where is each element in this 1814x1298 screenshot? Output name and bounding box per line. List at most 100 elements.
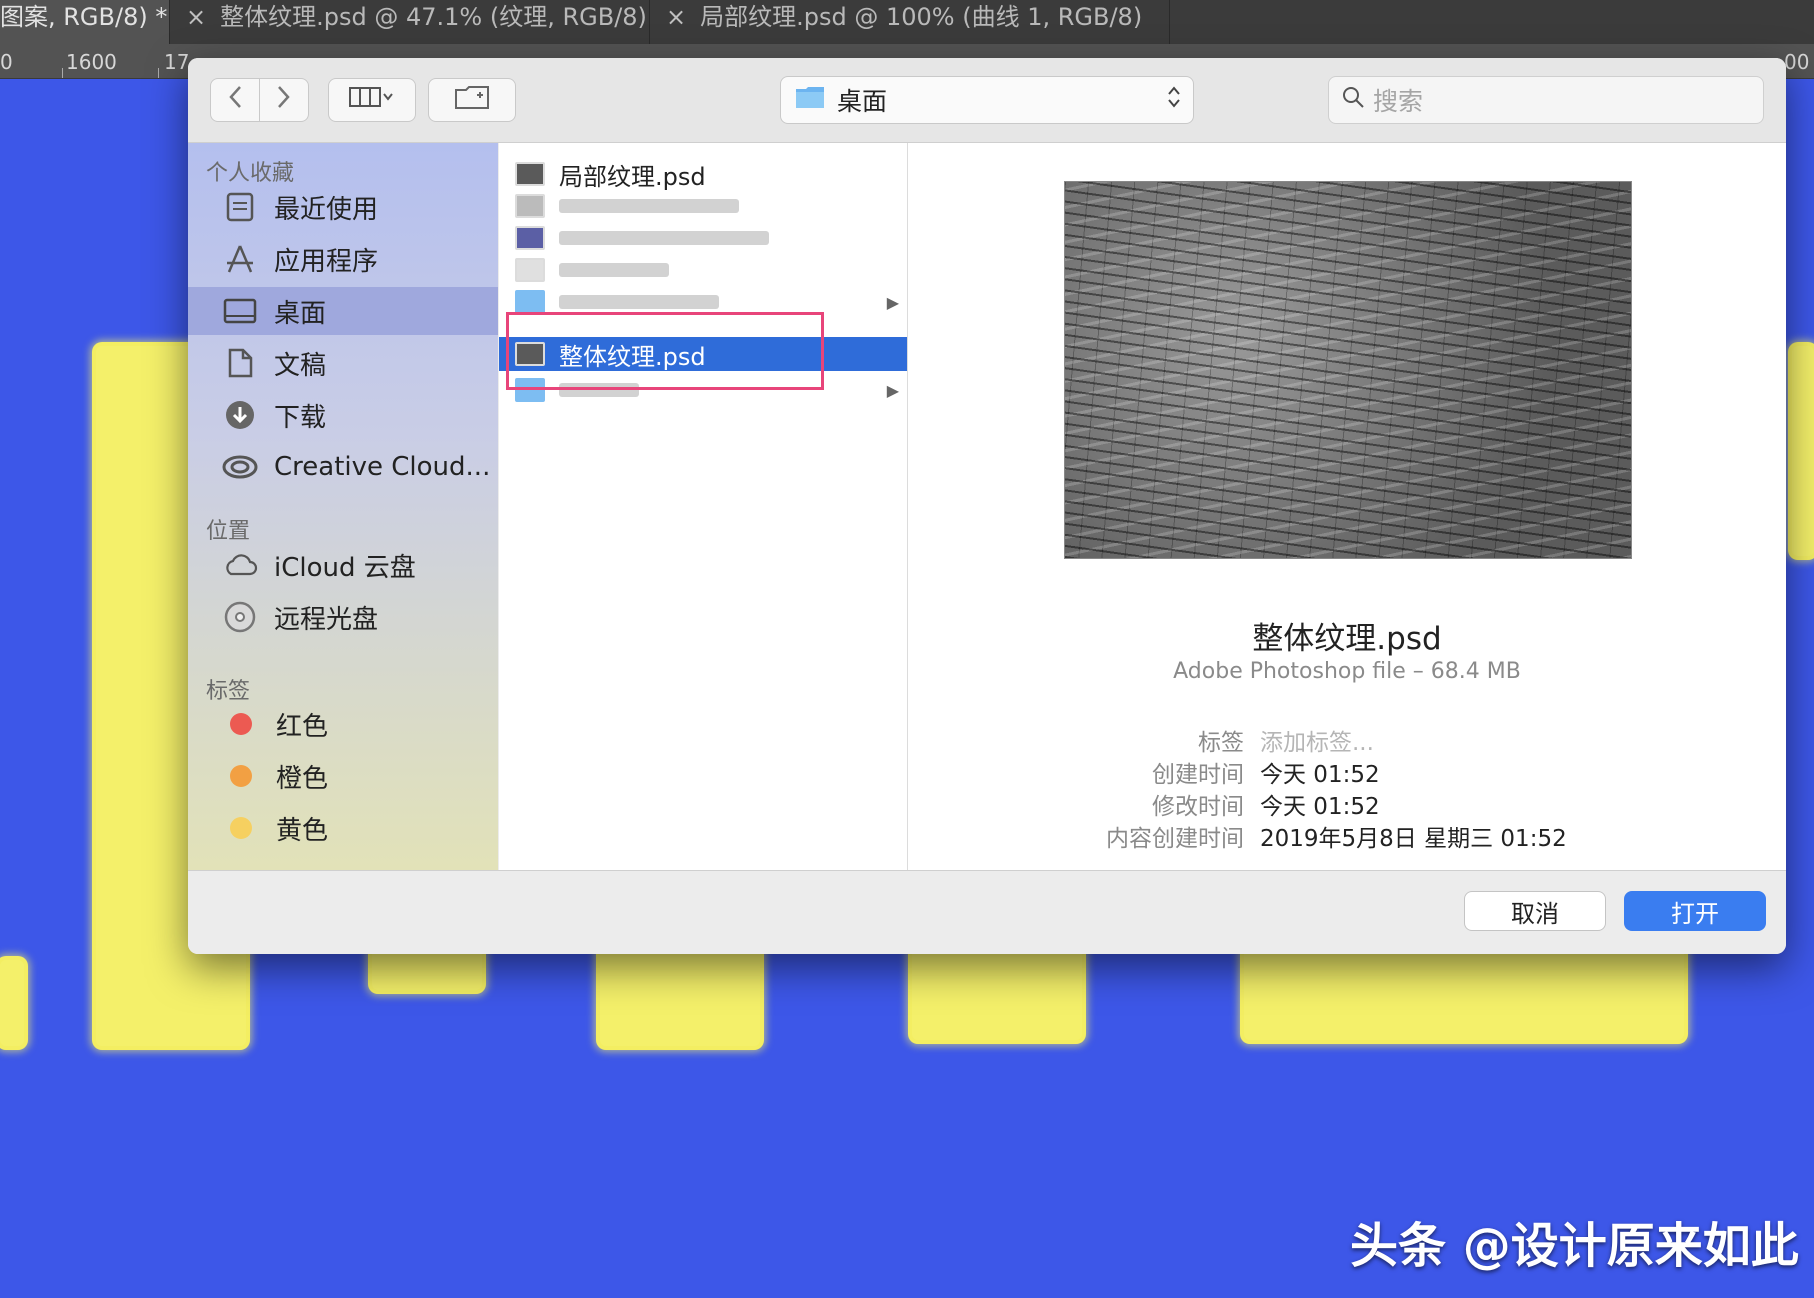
- sidebar-item-label: 桌面: [274, 298, 327, 329]
- ruler-label: 0: [0, 50, 13, 74]
- preview-pane: 整体纹理.psd Adobe Photoshop file – 68.4 MB …: [908, 143, 1786, 870]
- close-icon[interactable]: ×: [186, 3, 206, 31]
- sidebar-item-recents[interactable]: 最近使用: [188, 183, 498, 231]
- meta-key: 标签: [1198, 730, 1244, 756]
- document-tab[interactable]: × 整体纹理.psd @ 47.1% (纹理, RGB/8): [170, 0, 650, 44]
- sidebar-item-label: 橙色: [276, 763, 329, 794]
- documents-icon: [220, 343, 260, 383]
- sidebar-item-label: 文稿: [274, 350, 327, 381]
- chevron-right-icon: [277, 85, 291, 116]
- file-icon: [515, 258, 545, 282]
- meta-row-tags: 标签 添加标签...: [1028, 723, 1708, 757]
- document-tab[interactable]: 图案, RGB/8) *: [0, 0, 170, 44]
- folder-icon: [795, 85, 825, 115]
- sidebar-tag-yellow[interactable]: 黄色: [188, 804, 498, 852]
- blurred-name: [559, 295, 719, 309]
- sidebar-item-documents[interactable]: 文稿: [188, 339, 498, 387]
- meta-value: 今天 01:52: [1260, 794, 1380, 820]
- blurred-name: [559, 263, 669, 277]
- sidebar-item-creative-cloud[interactable]: Creative Cloud...: [188, 443, 498, 491]
- tab-label: 局部纹理.psd @ 100% (曲线 1, RGB/8): [700, 3, 1143, 31]
- disclosure-triangle-icon: ▶: [886, 292, 899, 312]
- blurred-name: [559, 231, 769, 245]
- sidebar-item-label: iCloud 云盘: [274, 552, 416, 583]
- search-field[interactable]: 搜索: [1328, 76, 1764, 124]
- tab-label: 整体纹理.psd @ 47.1% (纹理, RGB/8): [220, 3, 647, 31]
- meta-row-modified: 修改时间 今天 01:52: [1028, 787, 1708, 821]
- creative-cloud-icon: [220, 447, 260, 487]
- open-file-dialog: 桌面 搜索 个人收藏 最近使用 应用程序 桌面 文稿 下载 Creative C…: [188, 58, 1786, 954]
- ruler-label: 1600: [66, 50, 117, 74]
- sidebar-tag-red[interactable]: 红色: [188, 700, 498, 748]
- meta-key: 修改时间: [1152, 794, 1244, 820]
- new-folder-icon: [454, 84, 490, 117]
- open-button[interactable]: 打开: [1624, 891, 1766, 931]
- icloud-icon: [220, 545, 260, 585]
- sidebar-item-label: 远程光盘: [274, 604, 379, 635]
- tab-label: 图案, RGB/8) *: [0, 3, 168, 31]
- meta-value: 今天 01:52: [1260, 762, 1380, 788]
- chevron-updown-icon: [1167, 83, 1181, 117]
- dialog-sidebar: 个人收藏 最近使用 应用程序 桌面 文稿 下载 Creative Cloud..…: [188, 143, 498, 870]
- dialog-toolbar: 桌面 搜索: [188, 58, 1786, 143]
- chevron-left-icon: [228, 85, 242, 116]
- close-icon[interactable]: ×: [666, 3, 686, 31]
- sidebar-item-downloads[interactable]: 下载: [188, 391, 498, 439]
- meta-value: 2019年5月8日 星期三 01:52: [1260, 826, 1567, 852]
- brush-shape: [600, 940, 760, 1046]
- tag-dot-icon: [230, 817, 252, 839]
- cancel-button[interactable]: 取消: [1464, 891, 1606, 931]
- file-row-blurred[interactable]: [499, 253, 907, 287]
- sidebar-item-label: 红色: [276, 711, 329, 742]
- meta-row-created: 创建时间 今天 01:52: [1028, 755, 1708, 789]
- sidebar-tag-orange[interactable]: 橙色: [188, 752, 498, 800]
- desktop-icon: [220, 291, 260, 331]
- recents-icon: [220, 187, 260, 227]
- view-mode-button[interactable]: [328, 78, 416, 122]
- location-popup[interactable]: 桌面: [780, 76, 1194, 124]
- new-folder-button[interactable]: [428, 78, 516, 122]
- selection-highlight-box: [506, 312, 824, 390]
- brush-shape: [912, 940, 1082, 1040]
- brush-shape: [0, 960, 24, 1046]
- texture-preview-image: [1064, 181, 1632, 559]
- meta-key: 创建时间: [1152, 762, 1244, 788]
- file-icon: [515, 226, 545, 250]
- brush-shape: [1244, 940, 1684, 1040]
- location-label: 桌面: [837, 87, 888, 116]
- applications-icon: [220, 239, 260, 279]
- meta-row-content-created: 内容创建时间 2019年5月8日 星期三 01:52: [1028, 819, 1708, 853]
- sidebar-item-desktop[interactable]: 桌面: [188, 287, 498, 335]
- file-name: 局部纹理.psd: [559, 162, 706, 191]
- file-row[interactable]: 局部纹理.psd: [499, 157, 907, 191]
- file-row-blurred[interactable]: [499, 221, 907, 255]
- sidebar-item-applications[interactable]: 应用程序: [188, 235, 498, 283]
- sidebar-item-label: 下载: [274, 402, 327, 433]
- ruler-label: 17: [164, 50, 190, 74]
- photoshop-tab-bar: 图案, RGB/8) * × 整体纹理.psd @ 47.1% (纹理, RGB/…: [0, 0, 1814, 45]
- ruler-label: 00: [1784, 50, 1810, 74]
- preview-file-name: 整体纹理.psd: [1252, 621, 1442, 657]
- sidebar-item-remote-disc[interactable]: 远程光盘: [188, 593, 498, 641]
- document-tab[interactable]: × 局部纹理.psd @ 100% (曲线 1, RGB/8): [650, 0, 1170, 44]
- preview-file-kind: Adobe Photoshop file – 68.4 MB: [1173, 659, 1521, 684]
- add-tags-field[interactable]: 添加标签...: [1260, 723, 1374, 757]
- sidebar-item-icloud[interactable]: iCloud 云盘: [188, 541, 498, 589]
- psd-file-icon: [515, 162, 545, 186]
- file-browser-column: 局部纹理.psd ▶ 整体纹理.psd ▶: [499, 143, 908, 870]
- sidebar-item-label: 最近使用: [274, 194, 379, 225]
- brush-shape: [1792, 346, 1814, 556]
- meta-key: 内容创建时间: [1106, 826, 1244, 852]
- file-icon: [515, 194, 545, 218]
- folder-icon: [515, 290, 545, 314]
- watermark: 头条 @设计原来如此: [1350, 1218, 1799, 1274]
- sidebar-item-label: 黄色: [276, 815, 329, 846]
- search-placeholder: 搜索: [1373, 87, 1424, 116]
- file-row-blurred[interactable]: [499, 189, 907, 223]
- forward-button[interactable]: [259, 78, 309, 122]
- blurred-name: [559, 199, 739, 213]
- back-button[interactable]: [210, 78, 260, 122]
- tag-dot-icon: [230, 765, 252, 787]
- remote-disc-icon: [220, 597, 260, 637]
- sidebar-item-label: 应用程序: [274, 246, 379, 277]
